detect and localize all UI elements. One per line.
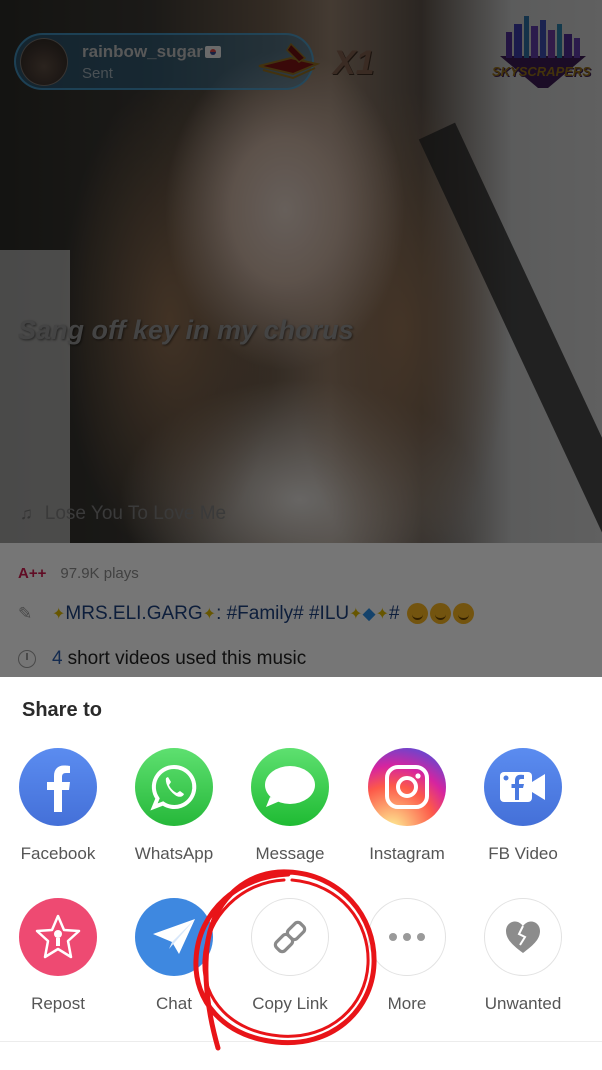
- paper-plane-icon: [135, 898, 213, 976]
- share-label: Repost: [31, 994, 85, 1013]
- share-label: Message: [255, 844, 325, 863]
- message-icon: [251, 748, 329, 826]
- share-label: FB Video: [488, 844, 558, 863]
- facebook-icon: [19, 748, 97, 826]
- share-label: Facebook: [20, 844, 96, 863]
- whatsapp-icon: [135, 748, 213, 826]
- share-more-button[interactable]: More: [349, 898, 465, 1014]
- share-label: Instagram: [369, 844, 445, 863]
- repost-star-mic-icon: [19, 898, 97, 976]
- sheet-divider: [0, 1041, 602, 1042]
- share-chat-button[interactable]: Chat: [116, 898, 232, 1014]
- more-dots-icon: [368, 898, 446, 976]
- share-whatsapp-button[interactable]: WhatsApp: [116, 748, 232, 864]
- share-fb-video-button[interactable]: FB Video: [465, 748, 581, 864]
- share-label: More: [387, 994, 427, 1013]
- share-label: Unwanted: [484, 994, 562, 1013]
- share-sheet-title: Share to: [22, 699, 103, 721]
- fb-video-icon: [484, 748, 562, 826]
- share-unwanted-button[interactable]: Unwanted: [465, 898, 581, 1014]
- instagram-icon: [368, 748, 446, 826]
- share-label: WhatsApp: [134, 844, 214, 863]
- share-sheet: Share to Facebook WhatsApp Message Insta…: [0, 677, 602, 1070]
- share-label: Chat: [156, 994, 192, 1013]
- share-message-button[interactable]: Message: [232, 748, 348, 864]
- link-icon: [251, 898, 329, 976]
- share-copy-link-button[interactable]: Copy Link: [232, 898, 348, 1014]
- share-instagram-button[interactable]: Instagram: [349, 748, 465, 864]
- dim-overlay[interactable]: [0, 0, 602, 677]
- share-repost-button[interactable]: Repost: [0, 898, 116, 1014]
- share-facebook-button[interactable]: Facebook: [0, 748, 116, 864]
- share-label: Copy Link: [252, 994, 328, 1013]
- broken-heart-icon: [484, 898, 562, 976]
